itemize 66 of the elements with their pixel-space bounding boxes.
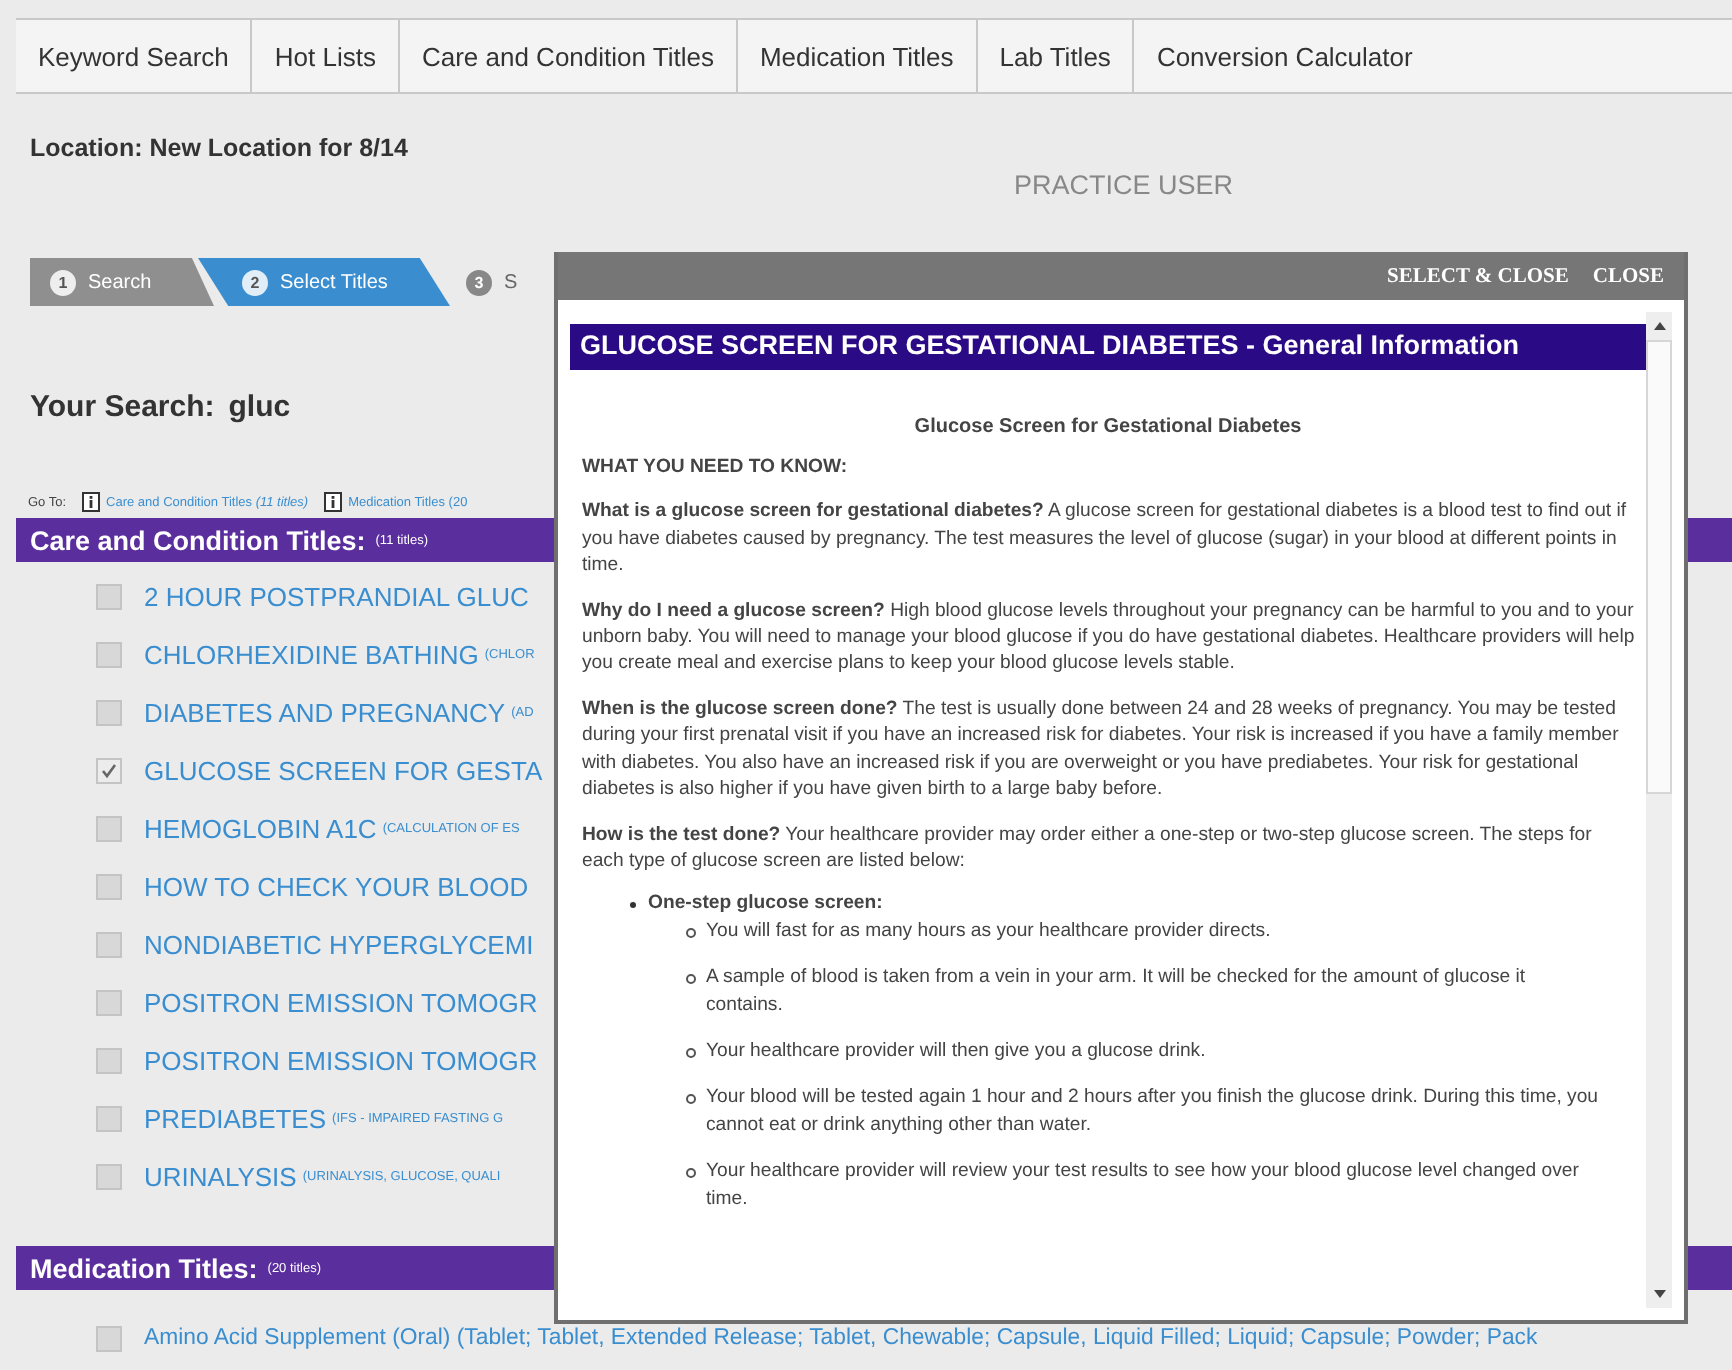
location-label: Location: New Location for 8/14 bbox=[30, 134, 410, 162]
checkbox[interactable] bbox=[96, 989, 122, 1015]
section-heading: WHAT YOU NEED TO KNOW: bbox=[582, 453, 850, 481]
checkbox[interactable] bbox=[96, 1105, 122, 1131]
title-link[interactable]: GLUCOSE SCREEN FOR GESTA bbox=[144, 755, 543, 785]
checkbox[interactable] bbox=[96, 815, 122, 841]
title-link[interactable]: POSITRON EMISSION TOMOGR bbox=[144, 987, 538, 1017]
checkbox[interactable] bbox=[96, 699, 122, 725]
checkbox[interactable] bbox=[96, 583, 122, 609]
title-link[interactable]: PREDIABETES bbox=[144, 1103, 327, 1133]
nav-tab[interactable]: Lab Titles bbox=[977, 20, 1135, 92]
title-link[interactable]: DIABETES AND PREGNANCY bbox=[144, 697, 506, 727]
info-icon[interactable] bbox=[82, 492, 101, 512]
title-link[interactable]: Amino Acid Supplement (Oral) (Tablet; Tablet, Extended Release; Tablet, Chewable; Capsule, Liquid Filled; Liquid; Capsule; Powder; Pack bbox=[144, 1326, 1538, 1350]
nav-tab[interactable]: Conversion Calculator bbox=[1134, 20, 1435, 92]
nav-tab[interactable]: Keyword Search bbox=[16, 20, 253, 92]
checkbox[interactable] bbox=[96, 641, 122, 667]
paragraph: What is a glucose screen for gestational diabetes? A glucose screen for gestational diabetes is a blood test to find out if you have diabetes caused by pregnancy. The test measures the level of glucose (sugar) in your blood at different points in time. bbox=[582, 498, 1629, 580]
list-heading: One-step glucose screen: bbox=[648, 890, 883, 918]
bullet-icon bbox=[686, 927, 696, 938]
checkbox[interactable] bbox=[96, 931, 122, 957]
bullet-icon bbox=[686, 1168, 696, 1179]
scrollbar[interactable] bbox=[1646, 312, 1672, 1308]
document-heading: Glucose Screen for Gestational Diabetes bbox=[912, 413, 1304, 442]
list-item: You will fast for as many hours as your healthcare provider directs. bbox=[706, 917, 1271, 945]
checkbox[interactable] bbox=[96, 757, 122, 783]
wizard-step[interactable]: 3 S bbox=[450, 258, 562, 306]
search-label: Your Search: bbox=[30, 390, 215, 424]
title-link[interactable]: CHLORHEXIDINE BATHING bbox=[144, 639, 479, 669]
dialog-action-link[interactable]: SELECT & CLOSE bbox=[1387, 265, 1569, 287]
search-term: gluc bbox=[228, 390, 291, 424]
bullet-icon bbox=[686, 1094, 696, 1105]
scroll-thumb[interactable] bbox=[1646, 340, 1672, 794]
paragraph: When is the glucose screen done? The test is usually done between 24 and 28 weeks of pregnancy. You may be tested during your first prenatal visit if you have an increased risk for diabetes. Your risk is increased if you have a family member with diabetes. You also have an increased risk if you are overweight or you have prediabetes. Your risk for gestational diabetes is also higher if you have given birth to a large baby before. bbox=[582, 695, 1621, 804]
section-title: Care and Condition Titles: bbox=[30, 525, 366, 555]
paragraph: How is the test done? Your healthcare provider may order either a one-step or two-step glucose screen. The steps for each type of glucose screen are listed below: bbox=[582, 821, 1594, 875]
wizard-step[interactable]: 1 Search bbox=[30, 258, 214, 306]
bullet-icon bbox=[686, 974, 696, 985]
checkbox[interactable] bbox=[96, 1325, 122, 1351]
user-name: PRACTICE USER bbox=[1014, 170, 1234, 200]
nav-tab[interactable]: Care and Condition Titles bbox=[399, 20, 738, 92]
list-item: Your healthcare provider will then give you a glucose drink. bbox=[706, 1038, 1206, 1065]
list-item: Your blood will be tested again 1 hour and 2 hours after you finish the glucose drink. During this time, you cannot eat or drink anything other than water. bbox=[706, 1084, 1601, 1139]
checkbox[interactable] bbox=[96, 1163, 122, 1189]
bullet-icon bbox=[686, 1048, 696, 1059]
title-link[interactable]: POSITRON EMISSION TOMOGR bbox=[144, 1045, 538, 1075]
nav-tab[interactable]: Hot Lists bbox=[252, 20, 400, 92]
title-link[interactable]: HEMOGLOBIN A1C bbox=[144, 813, 377, 843]
paragraph: Why do I need a glucose screen? High blood glucose levels throughout your pregnancy can be harmful to you and to your unborn baby. You will need to manage your blood glucose if you do have gestational diabetes. Healthcare providers will help you create meal and exercise plans to keep your blood glucose levels stable. bbox=[582, 597, 1637, 678]
checkbox[interactable] bbox=[96, 873, 122, 899]
document-title-bar: GLUCOSE SCREEN FOR GESTATIONAL DIABETES - General Information bbox=[570, 324, 1646, 370]
scroll-up-icon[interactable] bbox=[1653, 322, 1665, 330]
scroll-down-icon[interactable] bbox=[1653, 1290, 1665, 1298]
title-link[interactable]: URINALYSIS bbox=[144, 1161, 297, 1191]
title-link[interactable]: HOW TO CHECK YOUR BLOOD bbox=[144, 871, 529, 901]
nav-tab[interactable]: Medication Titles bbox=[737, 20, 978, 92]
title-link[interactable]: NONDIABETIC HYPERGLYCEMI bbox=[144, 929, 534, 959]
checkbox[interactable] bbox=[96, 1047, 122, 1073]
section-title: Medication Titles: bbox=[30, 1253, 258, 1283]
dialog-action-link[interactable]: CLOSE bbox=[1592, 265, 1664, 287]
wizard-step[interactable]: 2 Select Titles bbox=[198, 258, 450, 306]
info-icon[interactable] bbox=[324, 492, 343, 512]
list-item: A sample of blood is taken from a vein in your arm. It will be checked for the amount of glucose it contains. bbox=[706, 964, 1528, 1019]
title-link[interactable]: 2 HOUR POSTPRANDIAL GLUC bbox=[144, 581, 529, 611]
list-item: Your healthcare provider will review your test results to see how your blood glucose level changed over time. bbox=[706, 1158, 1581, 1213]
bullet-icon bbox=[630, 901, 636, 908]
